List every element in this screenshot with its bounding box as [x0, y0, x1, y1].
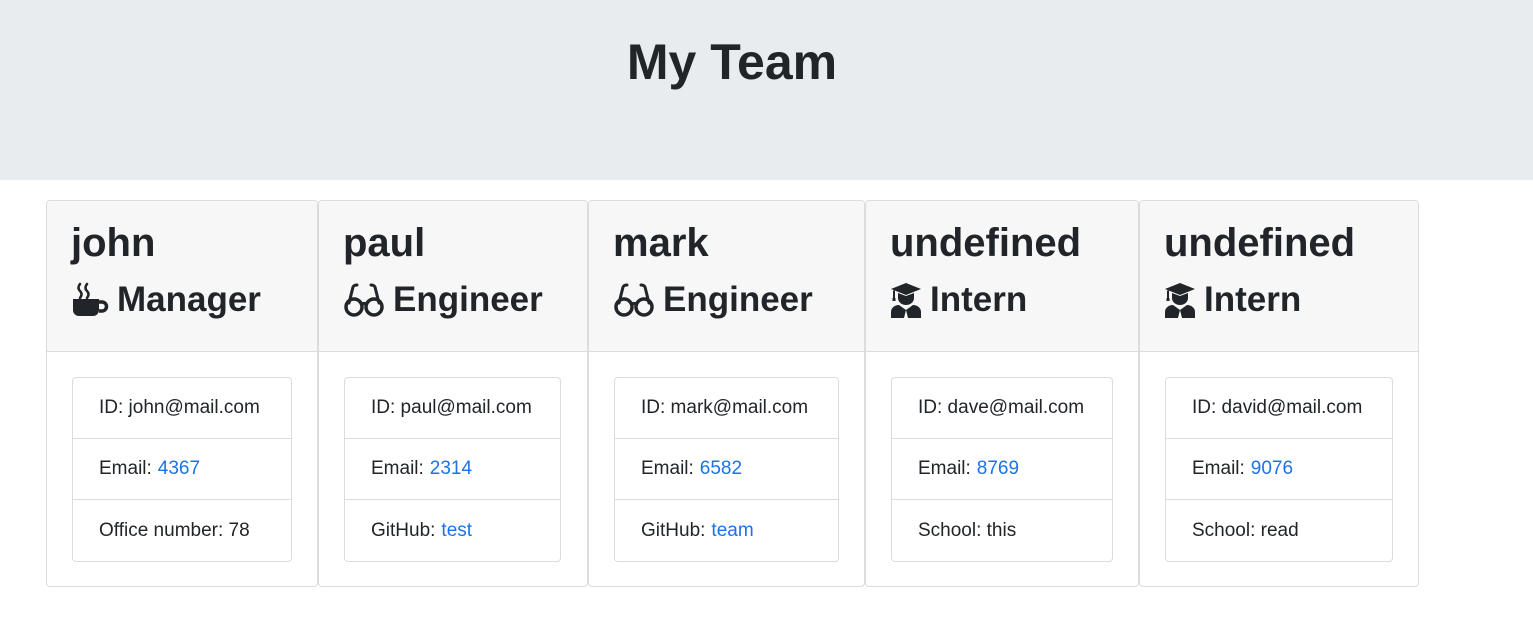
email-label: Email: — [371, 458, 424, 479]
id-item: ID: dave@mail.com — [892, 378, 1112, 439]
id-text: ID: paul@mail.com — [371, 397, 532, 418]
card-header: undefined Intern — [866, 201, 1138, 352]
email-label: Email: — [641, 458, 694, 479]
employee-role: Engineer — [613, 279, 864, 321]
email-item: Email: 4367 — [73, 439, 291, 500]
employee-name: undefined — [1164, 221, 1356, 265]
email-link[interactable]: 2314 — [430, 458, 472, 480]
graduate-icon — [890, 282, 922, 318]
email-label: Email: — [1192, 458, 1245, 479]
employee-name: paul — [343, 221, 426, 265]
email-label: Email: — [99, 458, 152, 479]
id-text: ID: john@mail.com — [99, 397, 260, 418]
email-item: Email: 2314 — [345, 439, 560, 500]
employee-role: Manager — [71, 279, 317, 321]
email-item: Email: 6582 — [615, 439, 838, 500]
office-number-item: Office number: 78 — [73, 500, 291, 561]
card-body: ID: mark@mail.com Email: 6582 GitHub: te… — [589, 352, 864, 587]
card-header: undefined Intern — [1140, 201, 1418, 352]
header-banner: My Team — [0, 0, 1533, 180]
page-title: My Team — [626, 34, 838, 90]
card-body: ID: david@mail.com Email: 9076 School: r… — [1140, 352, 1418, 587]
glasses-icon — [613, 283, 655, 317]
school-item: School: read — [1166, 500, 1392, 561]
info-list: ID: mark@mail.com Email: 6582 GitHub: te… — [614, 377, 839, 562]
role-label: Intern — [1204, 280, 1302, 319]
github-item: GitHub: team — [615, 500, 838, 561]
card-body: ID: john@mail.com Email: 4367 Office num… — [47, 352, 317, 587]
github-link[interactable]: test — [441, 520, 472, 542]
employee-name: undefined — [890, 221, 1082, 265]
graduate-icon — [1164, 282, 1196, 318]
id-item: ID: mark@mail.com — [615, 378, 838, 439]
coffee-icon — [71, 282, 109, 318]
email-link[interactable]: 6582 — [700, 458, 742, 480]
card-header: john Manager — [47, 201, 317, 352]
employee-role: Intern — [1164, 279, 1418, 321]
card-header: mark Engineer — [589, 201, 864, 352]
employee-card: paul Engineer ID: paul@mail.com Email: 2… — [318, 200, 588, 587]
office-number-text: Office number: 78 — [99, 519, 250, 541]
email-item: Email: 8769 — [892, 439, 1112, 500]
github-label: GitHub: — [371, 519, 436, 541]
email-link[interactable]: 4367 — [158, 458, 200, 480]
id-item: ID: david@mail.com — [1166, 378, 1392, 439]
card-body: ID: dave@mail.com Email: 8769 School: th… — [866, 352, 1138, 587]
school-text: School: this — [918, 519, 1017, 541]
role-label: Manager — [117, 280, 261, 319]
employee-card: undefined Intern ID: dav — [865, 200, 1139, 587]
github-link[interactable]: team — [711, 520, 753, 542]
info-list: ID: paul@mail.com Email: 2314 GitHub: te… — [344, 377, 561, 562]
role-label: Intern — [930, 280, 1028, 319]
employee-role: Intern — [890, 279, 1138, 321]
info-list: ID: david@mail.com Email: 9076 School: r… — [1165, 377, 1393, 562]
id-text: ID: dave@mail.com — [918, 397, 1085, 418]
school-item: School: this — [892, 500, 1112, 561]
employee-card: undefined Intern ID: dav — [1139, 200, 1419, 587]
github-label: GitHub: — [641, 519, 706, 541]
employee-name: john — [71, 221, 156, 265]
card-body: ID: paul@mail.com Email: 2314 GitHub: te… — [319, 352, 587, 587]
info-list: ID: john@mail.com Email: 4367 Office num… — [72, 377, 292, 562]
employee-card: john Manager ID: john@mail.com Email: 43… — [46, 200, 318, 587]
role-label: Engineer — [663, 280, 813, 319]
glasses-icon — [343, 283, 385, 317]
team-cards: john Manager ID: john@mail.com Email: 43… — [46, 200, 1419, 587]
email-item: Email: 9076 — [1166, 439, 1392, 500]
email-label: Email: — [918, 458, 971, 479]
email-link[interactable]: 9076 — [1251, 458, 1293, 480]
id-text: ID: david@mail.com — [1192, 397, 1363, 418]
info-list: ID: dave@mail.com Email: 8769 School: th… — [891, 377, 1113, 562]
role-label: Engineer — [393, 280, 543, 319]
email-link[interactable]: 8769 — [977, 458, 1019, 480]
employee-card: mark Engineer ID: mark@mail.com Email: 6… — [588, 200, 865, 587]
id-item: ID: paul@mail.com — [345, 378, 560, 439]
employee-role: Engineer — [343, 279, 587, 321]
card-header: paul Engineer — [319, 201, 587, 352]
id-text: ID: mark@mail.com — [641, 397, 809, 418]
school-text: School: read — [1192, 519, 1299, 541]
id-item: ID: john@mail.com — [73, 378, 291, 439]
employee-name: mark — [613, 221, 709, 265]
github-item: GitHub: test — [345, 500, 560, 561]
